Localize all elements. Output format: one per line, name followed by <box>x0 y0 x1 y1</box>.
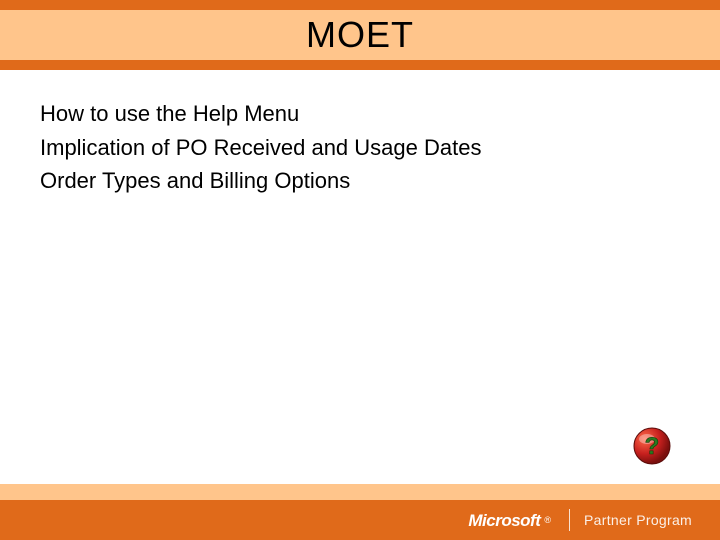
slide: MOET How to use the Help Menu Implicatio… <box>0 0 720 540</box>
content-area: How to use the Help Menu Implication of … <box>40 100 680 201</box>
footer-logo: Microsoft ® Partner Program <box>468 509 692 531</box>
content-line: Implication of PO Received and Usage Dat… <box>40 134 680 162</box>
content-line: Order Types and Billing Options <box>40 167 680 195</box>
content-line: How to use the Help Menu <box>40 100 680 128</box>
footer-accent <box>0 484 720 500</box>
footer-band: Microsoft ® Partner Program <box>0 500 720 540</box>
svg-text:?: ? <box>645 433 660 460</box>
title-accent-bottom <box>0 60 720 70</box>
brand-text: Microsoft <box>468 511 540 531</box>
footer-divider <box>569 509 570 531</box>
partner-program-text: Partner Program <box>584 512 692 528</box>
title-band: MOET <box>0 10 720 60</box>
registered-mark: ® <box>544 515 551 525</box>
slide-title: MOET <box>306 14 414 56</box>
help-button[interactable]: ? <box>632 426 672 466</box>
title-accent-top <box>0 0 720 10</box>
help-question-icon: ? <box>632 426 672 466</box>
